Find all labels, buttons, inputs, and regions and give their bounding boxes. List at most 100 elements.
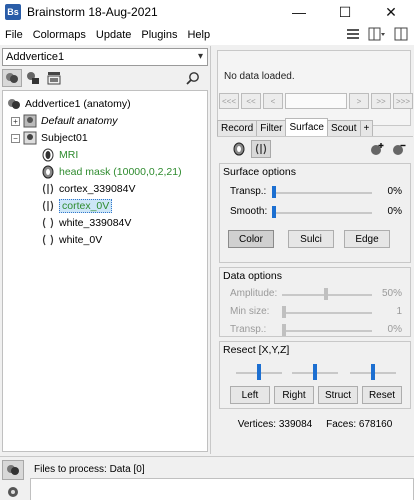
min-size-label: Min size: (230, 306, 270, 317)
surface-options-group: Surface options Transp.: 0% Smooth: 0% C… (219, 163, 411, 263)
functional-condition-icon (47, 72, 61, 85)
anatomy-view-button[interactable] (2, 69, 22, 87)
collapse-icon[interactable]: − (11, 133, 20, 143)
functional-subject-view-button[interactable] (23, 69, 43, 87)
tree-node-cortex-0v[interactable]: cortex_0V (41, 197, 113, 215)
edge-button[interactable]: Edge (344, 230, 390, 248)
remove-surface-button[interactable] (389, 140, 409, 158)
amplitude-slider-thumb[interactable] (324, 288, 328, 300)
protocol-select[interactable]: Addvertice1 ▾ (2, 48, 208, 66)
nav-last-button[interactable]: >>> (393, 93, 413, 109)
min-size-slider[interactable] (282, 312, 372, 314)
color-button[interactable]: Color (228, 230, 274, 248)
tree-label-head-mask: head mask (10000,0,2,21) (59, 166, 182, 178)
tree-node-mri[interactable]: MRI (41, 146, 78, 164)
tab-filter[interactable]: Filter (256, 120, 287, 136)
surface-transp-slider-thumb[interactable] (272, 186, 276, 198)
chevron-down-icon: ▾ (197, 51, 203, 62)
tree-node-white-339084v[interactable]: white_339084V (41, 214, 131, 232)
data-options-title: Data options (223, 270, 282, 282)
tree-node-protocol[interactable]: Addvertice1 (anatomy) (7, 95, 131, 113)
layout-options-icon[interactable] (344, 26, 362, 42)
tree-label-protocol: Addvertice1 (anatomy) (25, 98, 131, 110)
time-input[interactable] (285, 93, 347, 109)
resect-group: Resect [X,Y,Z] Left Right Struct Reset (219, 341, 411, 409)
resect-y-slider-thumb[interactable] (313, 364, 317, 380)
functional-condition-view-button[interactable] (44, 69, 64, 87)
head-surface-toggle[interactable] (229, 140, 249, 158)
data-transp-slider[interactable] (282, 330, 372, 332)
tab-surface[interactable]: Surface (285, 118, 328, 136)
menu-file[interactable]: File (0, 29, 28, 41)
mri-icon (41, 148, 55, 162)
menu-colormaps[interactable]: Colormaps (28, 29, 91, 41)
tree-node-subject[interactable]: − Subject01 (11, 129, 88, 147)
tab-record[interactable]: Record (217, 120, 258, 136)
window-title: Brainstorm 18-Aug-2021 (27, 5, 158, 19)
maximize-button[interactable]: ☐ (322, 0, 368, 24)
tree-label-cortex-339084v: cortex_339084V (59, 183, 136, 195)
explorer-view-toolbar (2, 68, 208, 88)
surface-transp-slider[interactable] (272, 192, 372, 194)
resect-struct-button[interactable]: Struct (318, 386, 358, 404)
split-panel-icon[interactable] (392, 26, 410, 42)
smooth-slider[interactable] (272, 212, 372, 214)
nav-prev-button[interactable]: < (263, 93, 283, 109)
tree-node-head-mask[interactable]: head mask (10000,0,2,21) (41, 163, 182, 181)
process2-tab-button[interactable] (2, 482, 24, 500)
database-explorer-panel: Addvertice1 ▾ Addvertice1 (anatomy) + De… (0, 46, 211, 454)
resect-title: Resect [X,Y,Z] (223, 344, 290, 356)
files-to-process-bar: Files to process: Data [0] (30, 460, 414, 478)
smooth-slider-thumb[interactable] (272, 206, 276, 218)
files-to-process-label: Files to process: Data [0] (34, 463, 145, 475)
resect-x-slider-thumb[interactable] (257, 364, 261, 380)
resect-left-button[interactable]: Left (230, 386, 270, 404)
title-bar: Bs Brainstorm 18-Aug-2021 — ☐ ✕ (0, 0, 414, 24)
cortex-surface-toggle[interactable] (251, 140, 271, 158)
database-tree: Addvertice1 (anatomy) + Default anatomy … (2, 90, 208, 452)
amplitude-value: 50% (381, 288, 402, 299)
head-icon (233, 142, 245, 156)
tree-label-white-339084v: white_339084V (59, 217, 132, 229)
remove-surface-icon (393, 144, 406, 155)
search-icon (186, 72, 199, 85)
files-to-process-list[interactable] (30, 478, 414, 500)
white-surface-icon (41, 216, 55, 230)
search-button[interactable] (183, 69, 203, 87)
tree-node-white-0v[interactable]: white_0V (41, 231, 102, 249)
menu-plugins[interactable]: Plugins (136, 29, 182, 41)
close-button[interactable]: ✕ (368, 0, 414, 24)
menu-help[interactable]: Help (182, 29, 215, 41)
nav-next-fast-button[interactable]: >> (371, 93, 391, 109)
nav-first-button[interactable]: <<< (219, 93, 239, 109)
tab-add[interactable]: + (359, 120, 374, 136)
tree-node-cortex-339084v[interactable]: cortex_339084V (41, 180, 135, 198)
tree-node-default-anatomy[interactable]: + Default anatomy (11, 112, 117, 130)
resect-z-slider-thumb[interactable] (371, 364, 375, 380)
surface-options-title: Surface options (223, 166, 296, 178)
surface-toolbar (217, 139, 413, 159)
process1-icon (7, 465, 19, 475)
minimize-button[interactable]: — (276, 0, 322, 24)
sulci-button[interactable]: Sulci (288, 230, 334, 248)
tab-scout[interactable]: Scout (326, 120, 361, 136)
data-transp-label: Transp.: (230, 324, 267, 335)
process2-icon (8, 487, 18, 497)
data-transp-slider-thumb[interactable] (282, 324, 286, 336)
tree-label-mri: MRI (59, 149, 79, 161)
menu-update[interactable]: Update (91, 29, 136, 41)
expand-icon[interactable]: + (11, 116, 20, 126)
add-surface-button[interactable] (367, 140, 387, 158)
process1-tab-button[interactable] (2, 460, 24, 480)
min-size-slider-thumb[interactable] (282, 306, 286, 318)
resect-reset-button[interactable]: Reset (362, 386, 402, 404)
add-surface-icon (371, 143, 384, 155)
nav-prev-fast-button[interactable]: << (241, 93, 261, 109)
window-layout-icon[interactable] (368, 26, 386, 42)
nav-next-button[interactable]: > (349, 93, 369, 109)
resect-right-button[interactable]: Right (274, 386, 314, 404)
vertices-count: Vertices: 339084 (237, 419, 313, 430)
smooth-value: 0% (387, 206, 402, 217)
protocol-select-value: Addvertice1 (6, 51, 65, 63)
cortex-surface-icon (41, 199, 55, 213)
